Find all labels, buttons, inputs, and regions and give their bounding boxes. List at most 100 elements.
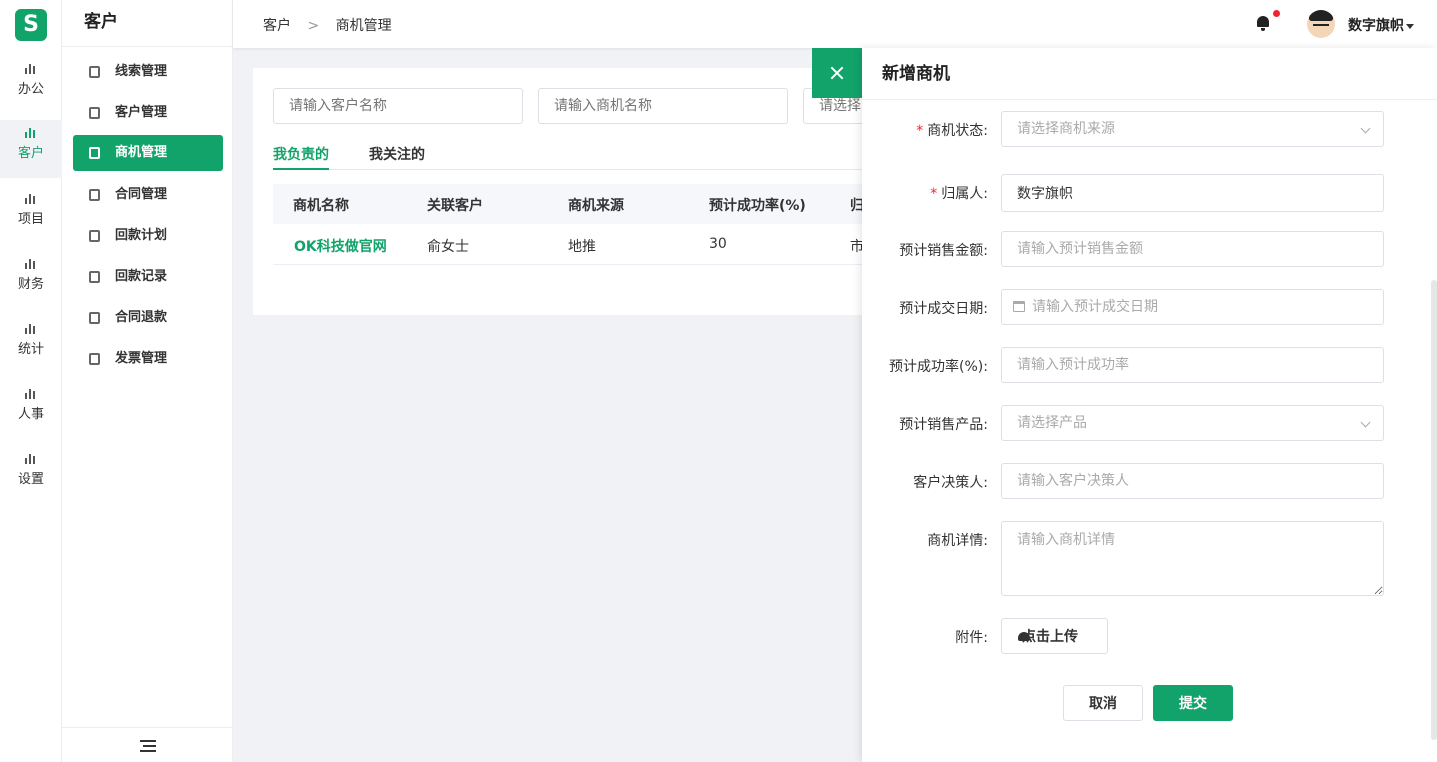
rail-item-hr[interactable]: 人事 [0, 381, 62, 439]
opportunity-status-select[interactable]: 请选择商机来源 [1001, 111, 1384, 147]
rail-item-project[interactable]: 项目 [0, 186, 62, 244]
field-label: 附件: [955, 630, 988, 646]
chevron-down-icon [1360, 123, 1371, 134]
drawer-title: 新增商机 [862, 48, 1437, 100]
column-header: 商机来源 [568, 198, 624, 214]
form-row-details: 商机详情: [862, 521, 1432, 596]
payment-record-icon [89, 271, 100, 283]
main-nav-rail: S 办公 客户 项目 财务 统计 人事 设置 [0, 0, 62, 762]
rail-item-label: 统计 [17, 342, 44, 357]
field-label: 商机详情: [927, 533, 988, 549]
collapse-menu-icon[interactable] [140, 740, 156, 752]
rail-item-label: 财务 [17, 277, 44, 292]
column-header: 预计成功率(%) [709, 198, 806, 214]
field-label: 预计销售产品: [899, 417, 988, 433]
cancel-button[interactable]: 取消 [1063, 685, 1143, 721]
upload-button-label: 点击上传 [1022, 629, 1078, 645]
nav-item-label: 回款计划 [115, 228, 168, 243]
rail-item-label: 人事 [17, 407, 44, 422]
nav-item-label: 客户管理 [115, 105, 168, 120]
opportunity-name-link[interactable]: OK科技做官网 [294, 236, 387, 256]
customers-icon [89, 107, 100, 119]
field-label: * 归属人: [930, 186, 988, 202]
list-tabs: 我负责的 我关注的 [273, 144, 863, 170]
upload-button[interactable]: 点击上传 [1001, 618, 1108, 654]
bar-chart-icon [25, 389, 37, 399]
breadcrumb-item-customer[interactable]: 客户 [263, 18, 291, 34]
chevron-down-icon [1360, 417, 1371, 428]
leads-icon [89, 66, 100, 78]
table-row[interactable]: OK科技做官网 俞女士 地推 30 市 [273, 224, 873, 265]
form-row-product: 预计销售产品: 请选择产品 [862, 405, 1432, 441]
form-row-attachment: 附件: 点击上传 [862, 618, 1432, 654]
sub-nav: 客户 线索管理 客户管理 商机管理 合同管理 回款计划 回款记录 合同退款 发票… [62, 0, 233, 762]
nav-item-payment-plan[interactable]: 回款计划 [73, 218, 223, 254]
submit-button[interactable]: 提交 [1153, 685, 1233, 721]
caret-down-icon [1406, 23, 1414, 29]
breadcrumb: 客户 > 商机管理 [263, 15, 392, 35]
bar-chart-icon [25, 64, 37, 74]
tab-my-responsible[interactable]: 我负责的 [273, 144, 329, 170]
rail-item-stats[interactable]: 统计 [0, 316, 62, 374]
rail-item-settings[interactable]: 设置 [0, 446, 62, 504]
field-label: * 商机状态: [916, 123, 988, 139]
nav-item-invoices[interactable]: 发票管理 [73, 341, 223, 377]
invoice-icon [89, 353, 100, 365]
subnav-title: 客户 [62, 0, 232, 47]
nav-item-contracts[interactable]: 合同管理 [73, 177, 223, 213]
required-mark: * [930, 186, 938, 202]
username-label: 数字旗帜 [1348, 18, 1404, 34]
payment-plan-icon [89, 230, 100, 242]
rail-item-label: 项目 [17, 212, 44, 227]
nav-item-payment-records[interactable]: 回款记录 [73, 259, 223, 295]
opportunity-name-search-input[interactable] [538, 88, 788, 124]
bar-chart-icon [25, 194, 37, 204]
collapse-bar[interactable] [62, 727, 233, 762]
contract-icon [89, 189, 100, 201]
opportunity-details-textarea[interactable] [1001, 521, 1384, 596]
app-logo[interactable]: S [15, 9, 47, 41]
select-placeholder: 请选择商机来源 [1017, 121, 1115, 137]
notification-bell-icon[interactable] [1255, 10, 1280, 31]
column-header: 商机名称 [293, 198, 349, 214]
customer-name-search-input[interactable] [273, 88, 523, 124]
form-row-date: 预计成交日期: [862, 289, 1432, 325]
nav-item-label: 发票管理 [115, 351, 168, 366]
rail-item-label: 客户 [17, 146, 44, 161]
tab-my-followed[interactable]: 我关注的 [369, 144, 425, 170]
table-cell: 30 [709, 236, 727, 252]
table-cell: 俞女士 [427, 239, 469, 255]
rail-item-label: 设置 [17, 472, 44, 487]
new-opportunity-drawer: 新增商机 *商机状态: 请选择商机来源 *归属人: 预计销售金额: 预计成交日期… [862, 48, 1437, 762]
nav-item-refunds[interactable]: 合同退款 [73, 300, 223, 336]
rail-item-office[interactable]: 办公 [0, 56, 62, 114]
nav-item-label: 回款记录 [115, 269, 168, 284]
table-header: 商机名称 关联客户 商机来源 预计成功率(%) 归 [273, 184, 873, 224]
field-label: 预计成交日期: [899, 301, 988, 317]
nav-item-opportunities[interactable]: 商机管理 [73, 135, 223, 171]
required-mark: * [916, 123, 924, 139]
user-menu[interactable]: 数字旗帜 [1348, 15, 1414, 35]
form-row-status: * 商机状态: 请选择商机来源 [862, 111, 1432, 147]
form-row-amount: 预计销售金额: [862, 231, 1432, 267]
drawer-close-button[interactable] [812, 48, 862, 98]
cloud-upload-icon [1018, 632, 1030, 641]
decision-maker-input[interactable] [1001, 463, 1384, 499]
rail-item-finance[interactable]: 财务 [0, 251, 62, 309]
form-row-decision-maker: 客户决策人: [862, 463, 1432, 499]
field-label: 预计成功率(%): [889, 359, 988, 375]
top-bar: 客户 > 商机管理 数字旗帜 [233, 0, 1437, 48]
nav-item-customers[interactable]: 客户管理 [73, 95, 223, 131]
nav-item-leads[interactable]: 线索管理 [73, 54, 223, 90]
column-header: 关联客户 [427, 198, 483, 214]
rail-item-customer[interactable]: 客户 [0, 120, 62, 178]
briefcase-icon [89, 147, 100, 159]
owner-field[interactable] [1001, 174, 1384, 212]
user-avatar[interactable] [1307, 10, 1335, 38]
success-rate-input[interactable] [1001, 347, 1384, 383]
product-select[interactable]: 请选择产品 [1001, 405, 1384, 441]
expected-date-input[interactable] [1001, 289, 1384, 325]
bar-chart-icon [25, 324, 37, 334]
breadcrumb-separator: > [307, 18, 320, 34]
expected-amount-input[interactable] [1001, 231, 1384, 267]
